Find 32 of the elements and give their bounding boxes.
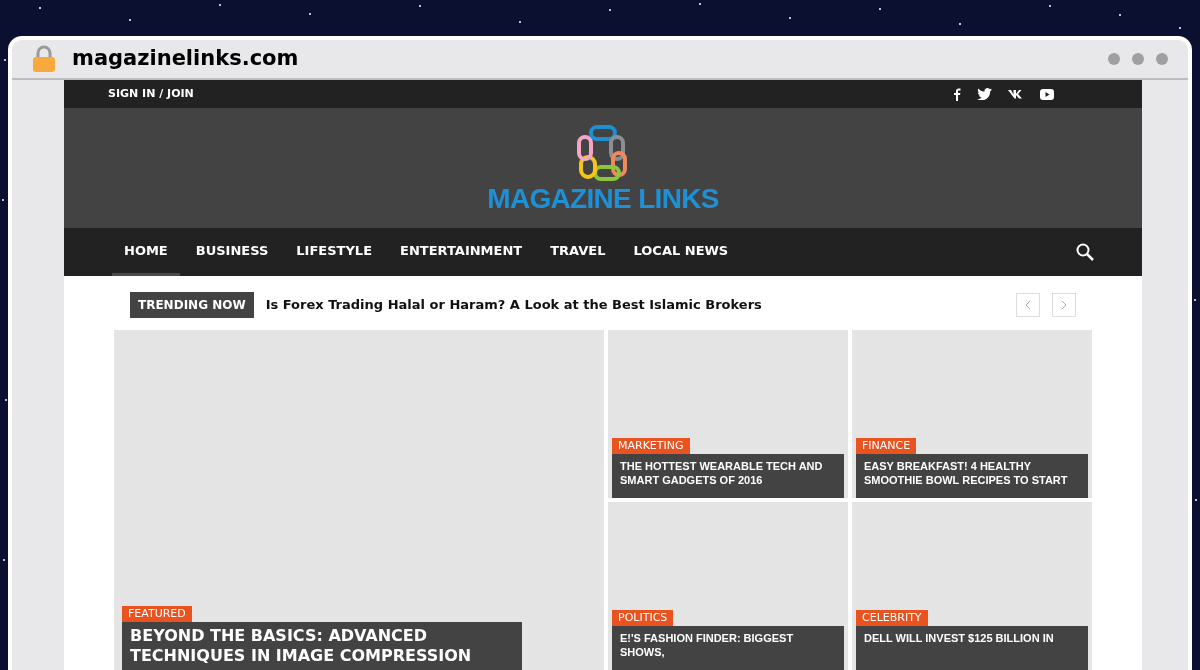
category-tag[interactable]: MARKETING xyxy=(612,437,690,454)
article-title[interactable]: DELL WILL INVEST $125 BILLION IN xyxy=(856,626,1088,670)
nav-tab[interactable]: LIFESTYLE xyxy=(284,228,385,276)
search-icon[interactable] xyxy=(1076,243,1094,261)
article-tile[interactable]: MARKETING THE HOTTEST WEARABLE TECH AND SMART GADGETS OF 2016 xyxy=(608,330,848,498)
nav-tab[interactable]: LOCAL NEWS xyxy=(621,228,741,276)
nav-tab[interactable]: ENTERTAINMENT xyxy=(388,228,535,276)
trending-headline[interactable]: Is Forex Trading Halal or Haram? A Look at the Best Islamic Brokers xyxy=(265,295,1004,315)
article-tile[interactable]: FINANCE EASY BREAKFAST! 4 HEALTHY SMOOTHIE BOWL RECIPES TO START xyxy=(852,330,1092,498)
category-tag[interactable]: FEATURED xyxy=(122,605,192,622)
nav-tab[interactable]: BUSINESS xyxy=(183,228,281,276)
trending-label: TRENDING NOW xyxy=(130,292,254,318)
article-tile[interactable]: POLITICS E!'S FASHION FINDER: BIGGEST SHOWS, xyxy=(608,502,848,670)
article-title[interactable]: BEYOND THE BASICS: ADVANCED TECHNIQUES IN IMAGE COMPRESSION xyxy=(122,622,522,670)
nav-tab[interactable]: TRAVEL xyxy=(538,228,618,276)
vk-icon[interactable] xyxy=(1008,89,1024,99)
article-title[interactable]: THE HOTTEST WEARABLE TECH AND SMART GADGETS OF 2016 xyxy=(612,454,844,498)
chevron-left-icon xyxy=(1025,300,1031,310)
address-text[interactable]: magazinelinks.com xyxy=(72,43,299,75)
article-title[interactable]: E!'S FASHION FINDER: BIGGEST SHOWS, xyxy=(612,626,844,670)
lock-icon xyxy=(32,45,56,73)
article-title[interactable]: EASY BREAKFAST! 4 HEALTHY SMOOTHIE BOWL RECIPES TO START xyxy=(856,454,1088,498)
article-tile[interactable]: CELEBRITY DELL WILL INVEST $125 BILLION IN xyxy=(852,502,1092,670)
category-tag[interactable]: POLITICS xyxy=(612,609,674,626)
category-tag[interactable]: CELEBRITY xyxy=(856,609,928,626)
facebook-icon[interactable] xyxy=(953,87,961,101)
sign-in-link[interactable]: SIGN IN / JOIN xyxy=(108,85,194,103)
article-tile[interactable]: FEATURED BEYOND THE BASICS: ADVANCED TECHNIQUES IN IMAGE COMPRESSION xyxy=(114,330,604,670)
bird-icon[interactable] xyxy=(977,88,992,100)
category-tag[interactable]: FINANCE xyxy=(856,437,917,454)
chevron-right-icon xyxy=(1061,300,1067,310)
play-icon[interactable] xyxy=(1040,88,1054,100)
